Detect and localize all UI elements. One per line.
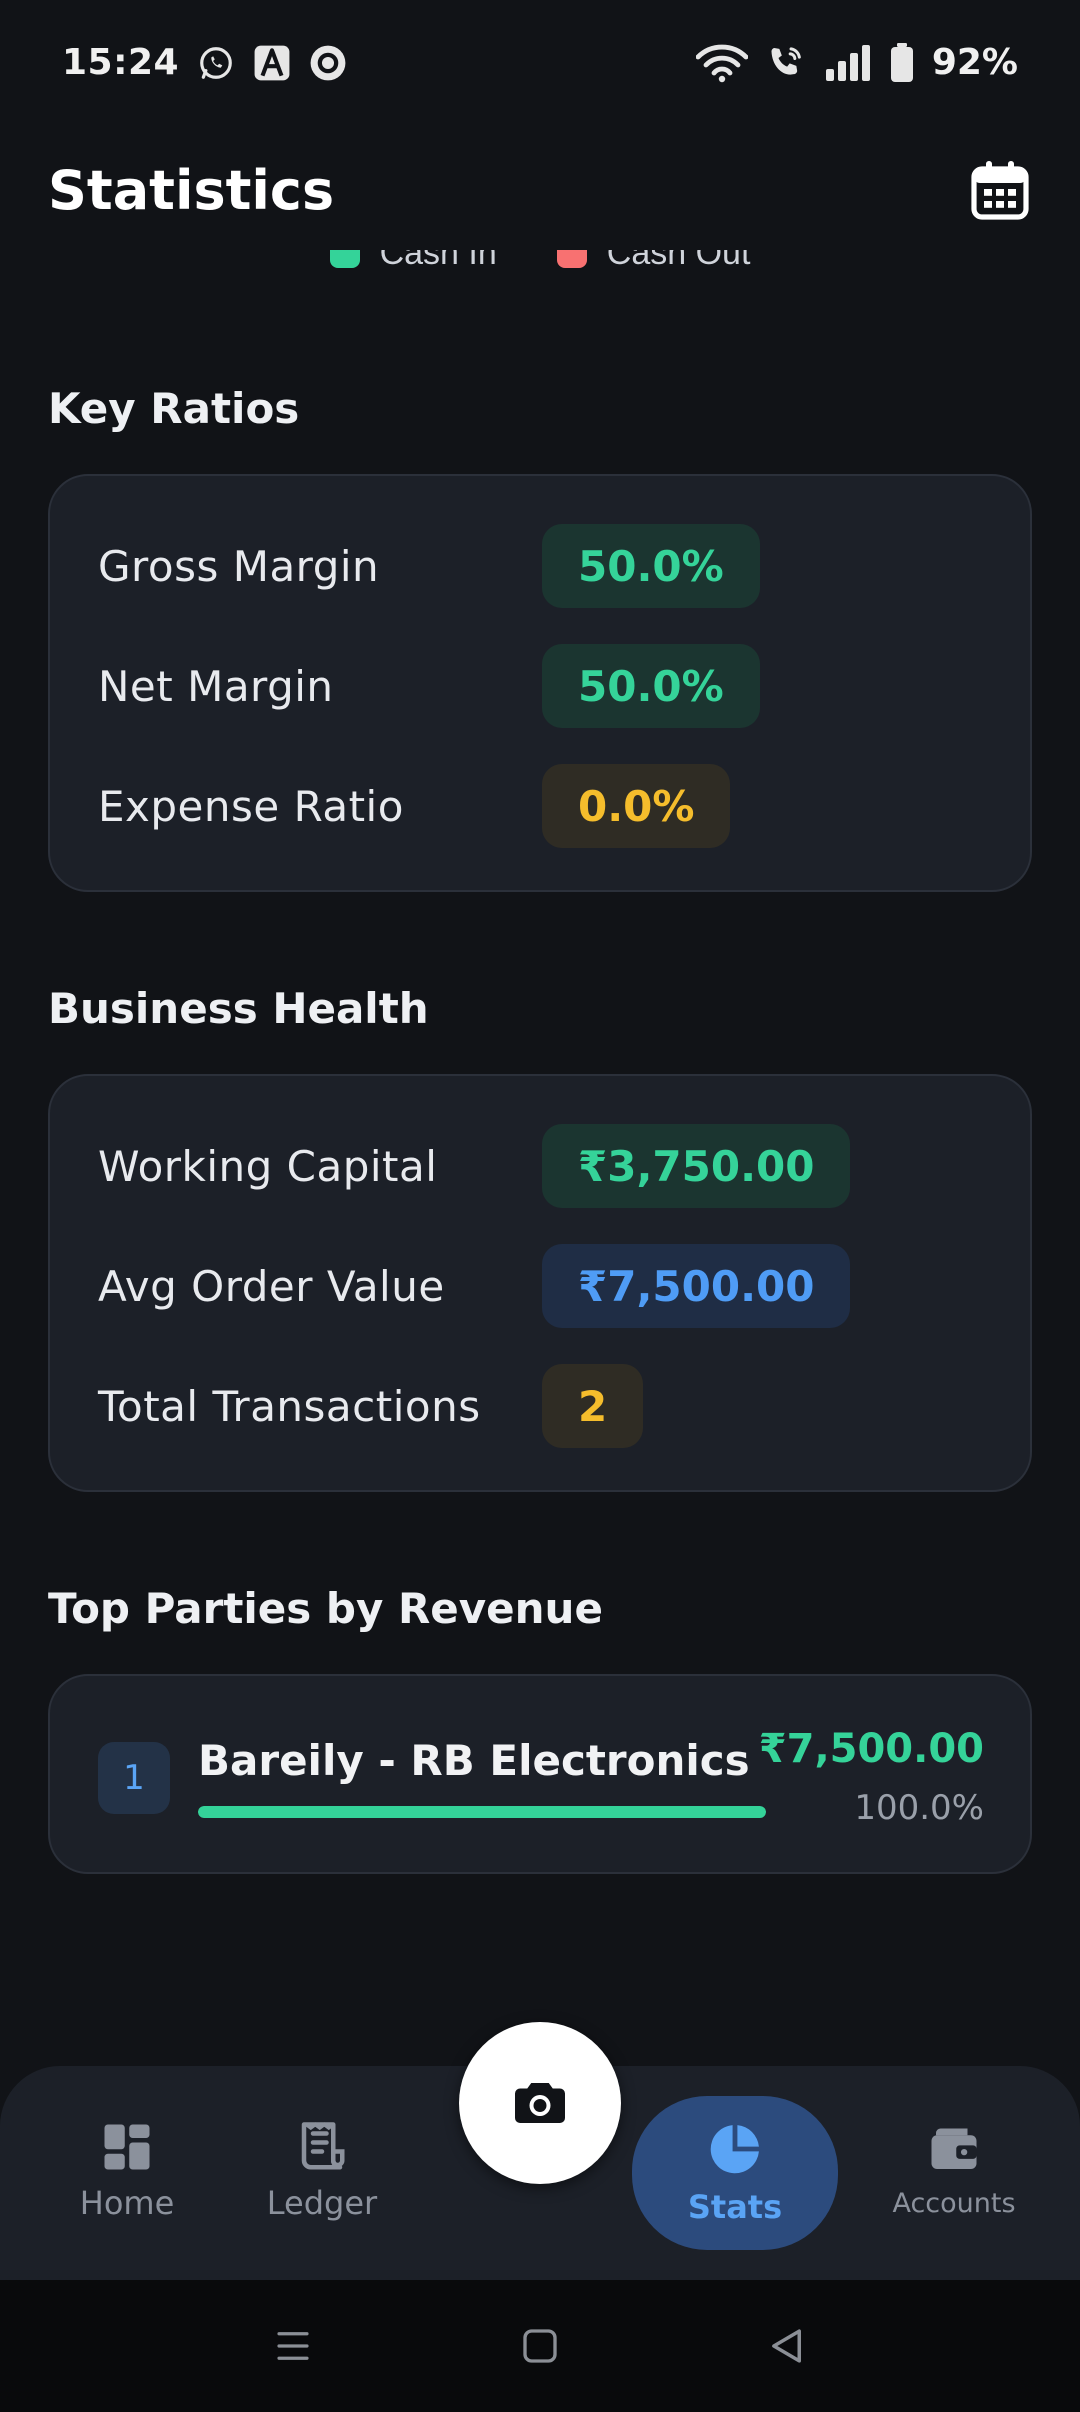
chart-legend: Cash In Cash Out xyxy=(0,250,1080,286)
party-share-bar-fill xyxy=(198,1806,766,1818)
calendar-icon xyxy=(971,161,1029,220)
camera-icon xyxy=(515,2083,565,2123)
app-header: Statistics xyxy=(0,130,1080,250)
top-party-card[interactable]: 1 Bareily - RB Electronics ₹7,500.00 100… xyxy=(48,1674,1032,1874)
metric-label: Expense Ratio xyxy=(98,781,404,831)
system-recents-button[interactable] xyxy=(263,2316,323,2376)
nav-label-accounts: Accounts xyxy=(892,2187,1016,2219)
metric-row-total-transactions: Total Transactions 2 xyxy=(98,1364,982,1448)
legend-item-cash-in: Cash In xyxy=(329,250,497,273)
metric-value-pill: ₹7,500.00 xyxy=(542,1244,851,1328)
system-home-button[interactable] xyxy=(510,2316,570,2376)
dashboard-icon xyxy=(104,2124,150,2170)
business-health-title: Business Health xyxy=(48,984,429,1033)
camera-fab-button[interactable] xyxy=(459,2022,621,2184)
party-percent: 100.0% xyxy=(854,1788,984,1828)
wifi-call-icon xyxy=(766,43,806,83)
metric-row-working-capital: Working Capital ₹3,750.00 xyxy=(98,1124,982,1208)
party-share-bar xyxy=(198,1806,766,1818)
metric-label: Gross Margin xyxy=(98,541,380,591)
legend-swatch-cash-in xyxy=(329,250,360,268)
metric-value-pill: 0.0% xyxy=(542,764,731,848)
metric-label: Total Transactions xyxy=(98,1381,481,1431)
legend-label-cash-in: Cash In xyxy=(379,250,497,272)
status-left: 15:24 xyxy=(62,42,347,83)
nav-item-stats[interactable]: Stats xyxy=(632,2096,838,2250)
key-ratios-card: Gross Margin 50.0% Net Margin 50.0% Expe… xyxy=(48,474,1032,892)
wifi-icon xyxy=(695,43,748,83)
receipt-icon xyxy=(301,2122,345,2170)
system-back-button[interactable] xyxy=(757,2316,817,2376)
metric-value-pill: ₹3,750.00 xyxy=(542,1124,851,1208)
nav-item-home[interactable]: Home xyxy=(62,2096,192,2246)
screen: 15:24 92% Statistics Cash In Cash Out Ke… xyxy=(0,0,1080,2412)
chart-legend-row: Cash In Cash Out xyxy=(0,250,1080,278)
top-parties-title: Top Parties by Revenue xyxy=(48,1584,603,1633)
menu-lines-icon xyxy=(277,2332,309,2360)
legend-item-cash-out: Cash Out xyxy=(556,250,751,273)
metric-row-gross-margin: Gross Margin 50.0% xyxy=(98,524,982,608)
metric-label: Working Capital xyxy=(98,1141,438,1191)
wallet-icon xyxy=(931,2128,977,2169)
nav-label-home: Home xyxy=(79,2184,175,2222)
party-name: Bareily - RB Electronics xyxy=(198,1736,750,1785)
key-ratios-title: Key Ratios xyxy=(48,384,300,433)
back-triangle-icon xyxy=(771,2329,801,2363)
record-icon xyxy=(309,44,347,82)
whatsapp-icon xyxy=(197,44,235,82)
legend-label-cash-out: Cash Out xyxy=(606,250,751,272)
business-health-card: Working Capital ₹3,750.00 Avg Order Valu… xyxy=(48,1074,1032,1492)
signal-icon xyxy=(824,43,872,83)
nav-label-ledger: Ledger xyxy=(266,2184,378,2222)
legend-swatch-cash-out xyxy=(556,250,587,268)
page-title: Statistics xyxy=(48,158,335,222)
metric-row-avg-order-value: Avg Order Value ₹7,500.00 xyxy=(98,1244,982,1328)
party-rank-badge: 1 xyxy=(98,1742,170,1814)
party-amount: ₹7,500.00 xyxy=(758,1726,984,1772)
calendar-button[interactable] xyxy=(968,158,1032,222)
metric-value-pill: 2 xyxy=(542,1364,644,1448)
metric-value-pill: 50.0% xyxy=(542,524,760,608)
app-a-icon xyxy=(253,44,291,82)
metric-label: Net Margin xyxy=(98,661,334,711)
metric-row-expense-ratio: Expense Ratio 0.0% xyxy=(98,764,982,848)
status-right: 92% xyxy=(695,42,1018,83)
nav-item-ledger[interactable]: Ledger xyxy=(252,2096,392,2246)
battery-percent: 92% xyxy=(931,42,1018,83)
square-icon xyxy=(523,2329,557,2363)
nav-label-stats: Stats xyxy=(687,2188,783,2226)
status-bar: 15:24 92% xyxy=(0,0,1080,125)
system-nav-bar xyxy=(0,2280,1080,2412)
metric-label: Avg Order Value xyxy=(98,1261,445,1311)
metric-value-pill: 50.0% xyxy=(542,644,760,728)
status-time: 15:24 xyxy=(62,42,180,83)
pie-chart-icon xyxy=(710,2125,759,2174)
battery-icon xyxy=(890,42,914,83)
metric-row-net-margin: Net Margin 50.0% xyxy=(98,644,982,728)
nav-item-accounts[interactable]: Accounts xyxy=(884,2096,1024,2246)
